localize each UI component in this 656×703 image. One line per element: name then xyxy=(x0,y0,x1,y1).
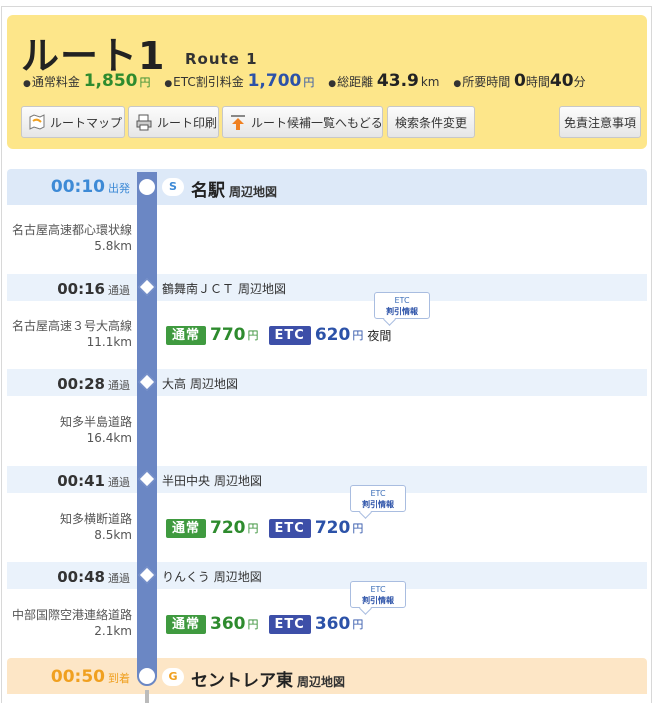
normal-fare-tag: 通常 xyxy=(166,325,207,345)
disclaimer-button[interactable]: 免責注意事項 xyxy=(559,106,641,138)
goal-badge: G xyxy=(162,668,184,686)
etc-discount-info-button[interactable]: ETC 割引情報 xyxy=(374,292,430,319)
stat-total-distance: ●総距離 43.9 km xyxy=(328,71,440,91)
stat-normal-fare: ●通常料金 1,850 円 xyxy=(23,71,151,91)
map-link[interactable]: 周辺地図 xyxy=(214,474,262,488)
fare-row: 通常 770 円 ETC 620 円 夜間 xyxy=(166,325,391,345)
bullet-icon: ● xyxy=(453,79,462,89)
map-link[interactable]: 周辺地図 xyxy=(229,185,277,199)
road-segment: 名古屋高速３号大高線 11.1km xyxy=(11,319,132,349)
pass-time: 00:48 通過 xyxy=(57,568,130,586)
etc-fare-tag: ETC xyxy=(268,325,311,345)
fare-row: 通常 360 円 ETC 360 円 xyxy=(166,614,367,634)
back-to-route-list-button[interactable]: ルート候補一覧へもどる xyxy=(222,106,383,138)
route-print-button[interactable]: ルート印刷 xyxy=(128,106,219,138)
route-map-button[interactable]: ルートマップ xyxy=(21,106,125,138)
stat-etc-fare: ●ETC割引料金 1,700 円 xyxy=(164,71,315,91)
header-toolbar: ルートマップ ルート印刷 ルート候補一覧へもどる 検索条件変更 免責注意事項 xyxy=(21,106,641,138)
pass-station: 鶴舞南ＪＣＴ 周辺地図 xyxy=(162,282,287,296)
route-summary-header: ルート1 Route 1 ●通常料金 1,850 円 ●ETC割引料金 1,700… xyxy=(7,15,647,149)
road-segment: 中部国際空港連絡道路 2.1km xyxy=(11,608,132,638)
goal-node-icon xyxy=(137,666,157,686)
departure-time: 00:10 出発 xyxy=(50,177,130,197)
map-icon xyxy=(28,113,46,131)
pass-time: 00:16 通過 xyxy=(57,280,130,298)
route-stats: ●通常料金 1,850 円 ●ETC割引料金 1,700 円 ●総距離 43.9 km… xyxy=(23,71,596,91)
normal-fare-tag: 通常 xyxy=(166,614,207,634)
pass-station: 大高 周辺地図 xyxy=(162,377,239,391)
timeline-tail xyxy=(145,690,149,703)
road-segment: 名古屋高速都心環状線 5.8km xyxy=(11,223,132,253)
arrow-up-icon xyxy=(229,113,247,131)
road-segment: 知多横断道路 8.5km xyxy=(59,512,132,542)
fare-note: 夜間 xyxy=(367,328,392,343)
road-segment: 知多半島道路 16.4km xyxy=(59,415,132,445)
fare-row: 通常 720 円 ETC 720 円 xyxy=(166,518,367,538)
goal-station: セントレア東 周辺地図 xyxy=(191,671,346,691)
change-search-conditions-button[interactable]: 検索条件変更 xyxy=(387,106,475,138)
map-link[interactable]: 周辺地図 xyxy=(238,282,286,296)
arrival-time: 00:50 到着 xyxy=(50,667,130,687)
bullet-icon: ● xyxy=(23,79,31,89)
start-station: 名駅 周辺地図 xyxy=(191,181,278,201)
bullet-icon: ● xyxy=(328,79,337,89)
map-link[interactable]: 周辺地図 xyxy=(214,570,262,584)
bullet-icon: ● xyxy=(164,79,173,89)
start-node-icon xyxy=(137,177,157,197)
etc-fare-tag: ETC xyxy=(268,518,311,538)
etc-fare-tag: ETC xyxy=(268,614,311,634)
route-subtitle: Route 1 xyxy=(185,50,258,68)
stat-travel-time: ●所要時間 0時間40分 xyxy=(453,71,586,91)
map-link[interactable]: 周辺地図 xyxy=(297,675,345,689)
pass-time: 00:41 通過 xyxy=(57,472,130,490)
map-link[interactable]: 周辺地図 xyxy=(190,377,238,391)
normal-fare-tag: 通常 xyxy=(166,518,207,538)
etc-discount-info-button[interactable]: ETC 割引情報 xyxy=(350,581,406,608)
etc-discount-info-button[interactable]: ETC 割引情報 xyxy=(350,485,406,512)
start-badge: S xyxy=(162,178,184,196)
pass-station: りんくう 周辺地図 xyxy=(162,570,262,584)
route-timeline-bar xyxy=(137,172,157,677)
printer-icon xyxy=(135,113,153,131)
pass-station: 半田中央 周辺地図 xyxy=(162,474,263,488)
pass-time: 00:28 通過 xyxy=(57,375,130,393)
